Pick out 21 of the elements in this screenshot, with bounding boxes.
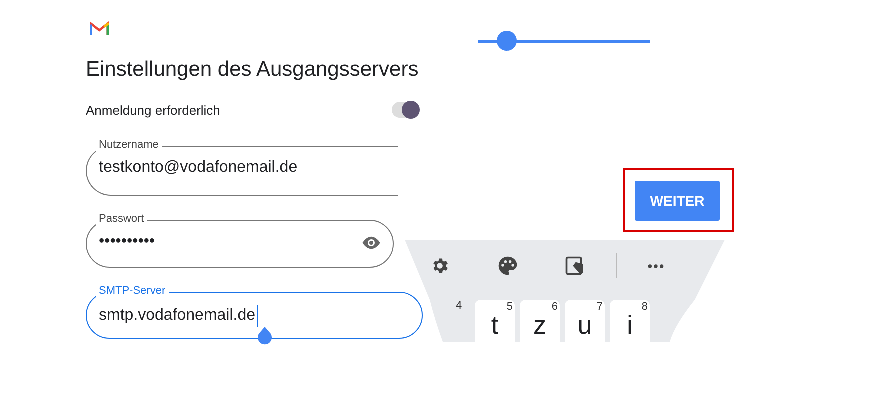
field-value: testkonto@vodafonemail.de — [99, 159, 298, 177]
input-field[interactable]: Nutzername testkonto@vodafonemail.de — [86, 137, 398, 196]
field-label: SMTP-Server — [96, 284, 169, 298]
toggle-label: Anmeldung erforderlich — [86, 102, 220, 118]
palette-icon[interactable] — [497, 255, 519, 277]
field-label: Nutzername — [96, 138, 162, 152]
one-handed-mode-icon[interactable] — [564, 255, 586, 277]
cursor-handle[interactable] — [257, 327, 273, 345]
field-value: smtp.vodafonemail.de — [99, 307, 256, 325]
field-value: •••••••••• — [99, 233, 156, 251]
input-field[interactable]: Passwort •••••••••• — [86, 211, 394, 268]
page-title: Einstellungen des Ausgangsservers — [86, 58, 419, 82]
more-icon[interactable] — [647, 264, 665, 269]
next-button[interactable]: WEITER — [635, 181, 720, 221]
mail-logo-icon — [90, 21, 109, 36]
eye-icon[interactable] — [361, 236, 382, 250]
toggle-switch[interactable] — [392, 102, 418, 118]
key-hint: 4 — [456, 300, 464, 312]
slider-thumb[interactable] — [497, 31, 518, 51]
field-label: Passwort — [96, 212, 148, 226]
input-field[interactable]: SMTP-Server smtp.vodafonemail.de — [86, 283, 423, 339]
